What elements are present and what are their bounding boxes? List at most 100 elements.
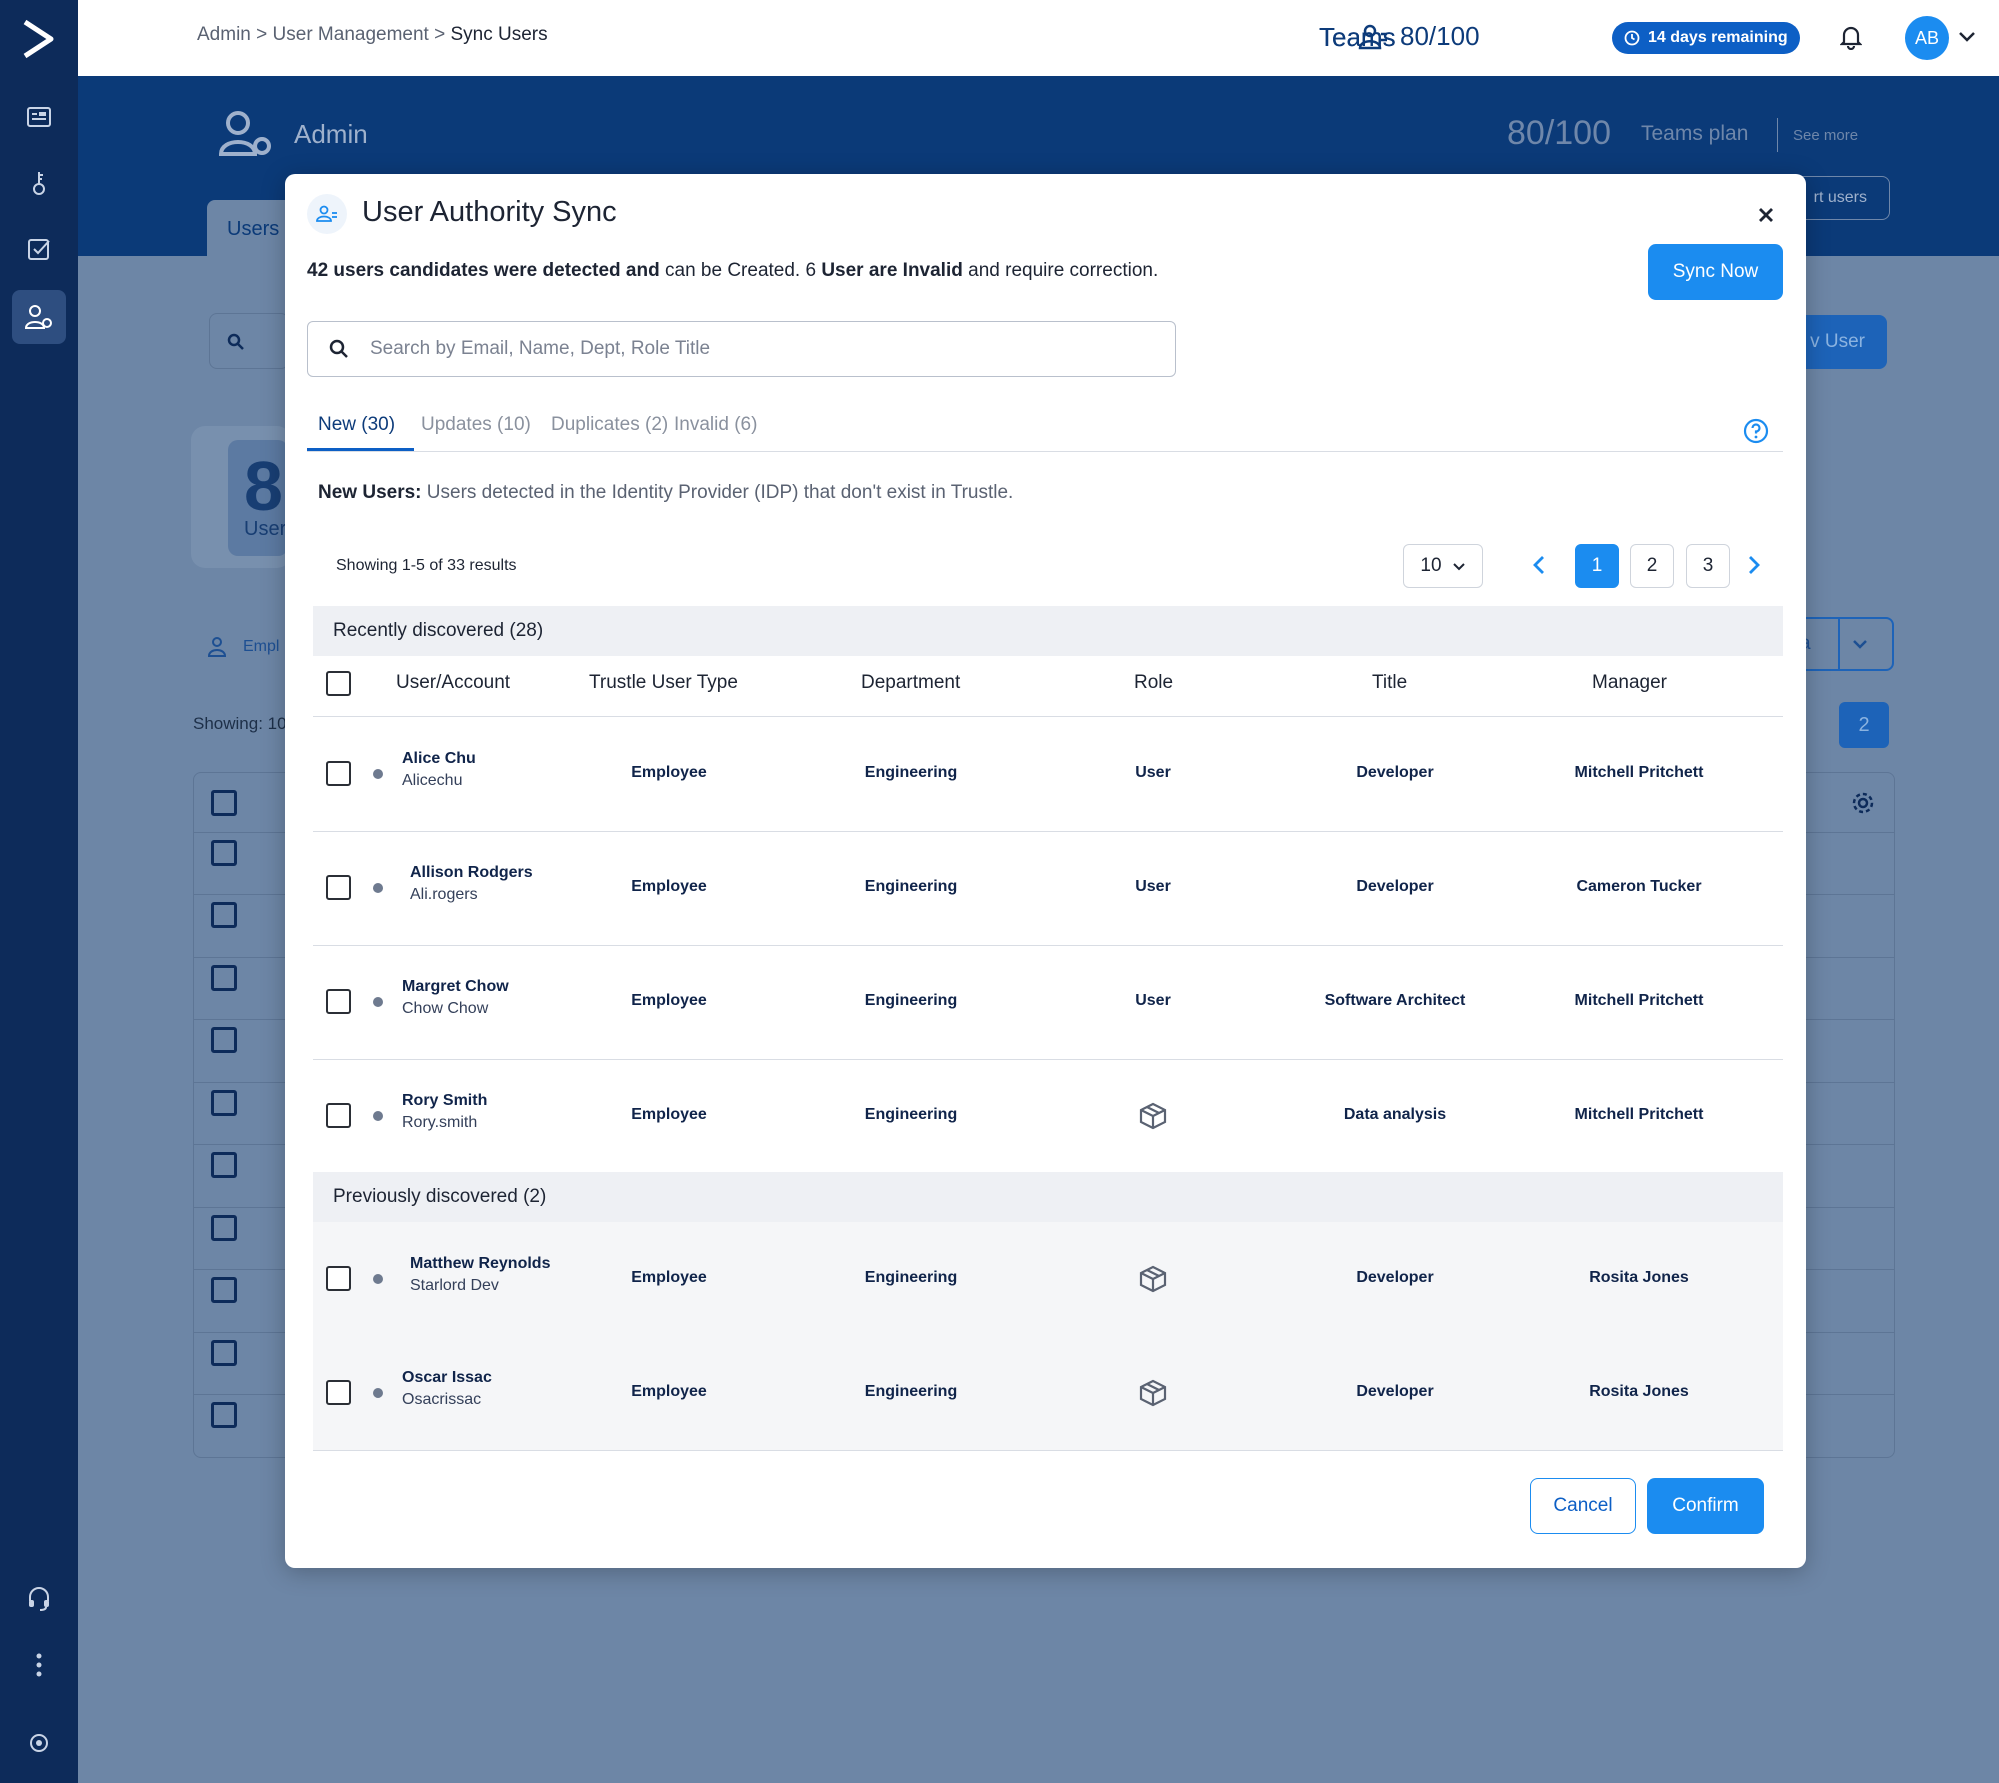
select-all-checkbox[interactable] [326, 671, 351, 696]
breadcrumb-separator: > [256, 24, 268, 45]
manager: Mitchell Pritchett [1574, 1106, 1704, 1123]
search-icon [308, 339, 370, 359]
column-role: Role [1134, 672, 1174, 693]
page-3-button[interactable]: 3 [1686, 544, 1730, 588]
user-type: Employee [631, 878, 707, 895]
summary-tail: and require correction. [962, 260, 1159, 281]
title: Software Architect [1324, 992, 1466, 1009]
user-settings-icon [218, 111, 271, 156]
user-name: Alice Chu [402, 750, 476, 767]
bg-showing-count: Showing: 10 [193, 714, 287, 733]
confirm-button[interactable]: Confirm [1647, 1478, 1764, 1534]
row-checkbox[interactable] [326, 761, 351, 786]
user-type: Employee [631, 1106, 707, 1123]
nav-dashboard-icon[interactable] [12, 90, 66, 144]
chevron-down-icon[interactable] [1957, 30, 1977, 49]
status-dot [373, 1388, 383, 1398]
nav-user-admin-icon[interactable] [12, 290, 66, 344]
department: Engineering [864, 1383, 958, 1400]
more-options-icon[interactable] [12, 1638, 66, 1692]
sync-now-button[interactable]: Sync Now [1648, 244, 1783, 300]
left-rail [0, 0, 78, 1783]
sync-summary: 42 users candidates were detected and ca… [307, 260, 1158, 282]
tab-invalid[interactable]: Invalid (6) [674, 414, 757, 436]
user-name: Allison Rodgers [410, 864, 533, 881]
row-checkbox[interactable] [326, 875, 351, 900]
user-account: Chow Chow [402, 1000, 489, 1017]
admin-title-text: Admin [294, 118, 368, 149]
search-input[interactable] [370, 338, 1150, 360]
row-checkbox[interactable] [326, 1103, 351, 1128]
bg-row-checkbox[interactable] [211, 1215, 237, 1241]
row-background [313, 1222, 1783, 1336]
gear-icon[interactable] [1850, 790, 1876, 821]
notifications-bell-icon[interactable] [1839, 24, 1863, 55]
page-1-button[interactable]: 1 [1575, 544, 1619, 588]
sync-tabs: New (30) Updates (10) Duplicates (2) Inv… [307, 408, 1783, 452]
close-icon[interactable] [1751, 200, 1781, 230]
department: Engineering [864, 1269, 958, 1286]
breadcrumb-admin[interactable]: Admin [197, 24, 251, 45]
divider [313, 945, 1783, 946]
bg-search-input[interactable] [209, 313, 289, 369]
per-page-select[interactable]: 10 [1403, 544, 1483, 588]
tab-new[interactable]: New (30) [318, 414, 395, 436]
bg-row-checkbox[interactable] [211, 902, 237, 928]
chevron-right-icon[interactable] [1747, 554, 1761, 581]
row-checkbox[interactable] [326, 1266, 351, 1291]
user-type: Employee [631, 1269, 707, 1286]
bg-select-all-checkbox[interactable] [211, 790, 237, 816]
page-2-button[interactable]: 2 [1630, 544, 1674, 588]
bg-row-checkbox[interactable] [211, 1152, 237, 1178]
clock-icon [1624, 30, 1640, 46]
user-account: Starlord Dev [410, 1277, 499, 1294]
trial-badge[interactable]: 14 days remaining [1612, 22, 1800, 54]
status-dot [373, 883, 383, 893]
bg-row-checkbox[interactable] [211, 1402, 237, 1428]
title: Developer [1356, 878, 1434, 895]
title: Developer [1356, 1383, 1434, 1400]
breadcrumb-sync-users: Sync Users [450, 24, 548, 45]
seat-count: 80/100 [1400, 21, 1480, 51]
support-headset-icon[interactable] [12, 1572, 66, 1626]
divider [1777, 118, 1778, 152]
employee-icon [207, 637, 227, 657]
collapse-icon[interactable] [12, 1716, 66, 1770]
chevron-down-icon [1452, 562, 1465, 570]
chevron-left-icon[interactable] [1532, 554, 1546, 581]
tab-updates[interactable]: Updates (10) [421, 414, 531, 436]
app-logo[interactable] [0, 0, 78, 78]
bg-row-checkbox[interactable] [211, 1340, 237, 1366]
nav-tasks-icon[interactable] [12, 222, 66, 276]
user-name: Matthew Reynolds [410, 1255, 551, 1272]
bg-row-checkbox[interactable] [211, 840, 237, 866]
status-dot [373, 1111, 383, 1121]
breadcrumb: Admin > User Management > Sync Users [197, 24, 548, 46]
cancel-button[interactable]: Cancel [1530, 1478, 1636, 1534]
tab-description: New Users: Users detected in the Identit… [318, 482, 1013, 504]
user-name: Margret Chow [402, 978, 509, 995]
divider [313, 831, 1783, 832]
breadcrumb-user-management[interactable]: User Management [273, 24, 429, 45]
bg-row-checkbox[interactable] [211, 965, 237, 991]
avatar[interactable]: AB [1905, 16, 1949, 60]
bg-plan-label: Teams plan [1641, 122, 1749, 145]
bg-row-checkbox[interactable] [211, 1027, 237, 1053]
description-label: New Users: [318, 482, 422, 503]
row-checkbox[interactable] [326, 1380, 351, 1405]
bg-row-checkbox[interactable] [211, 1090, 237, 1116]
manager: Mitchell Pritchett [1574, 992, 1704, 1009]
search-field[interactable] [307, 321, 1176, 377]
tab-users[interactable]: Users [207, 200, 297, 256]
bg-page-2[interactable]: 2 [1839, 702, 1889, 748]
see-more-link[interactable]: See more [1793, 127, 1858, 144]
modal-title: User Authority Sync [362, 196, 617, 228]
row-checkbox[interactable] [326, 989, 351, 1014]
summary-mid: can be Created. 6 [659, 260, 822, 281]
nav-access-key-icon[interactable] [12, 156, 66, 210]
employees-filter[interactable]: Empl [207, 636, 279, 658]
help-icon[interactable] [1743, 418, 1769, 449]
bg-row-checkbox[interactable] [211, 1277, 237, 1303]
tab-duplicates[interactable]: Duplicates (2) [551, 414, 668, 436]
previously-discovered-header: Previously discovered (2) [313, 1172, 1783, 1222]
